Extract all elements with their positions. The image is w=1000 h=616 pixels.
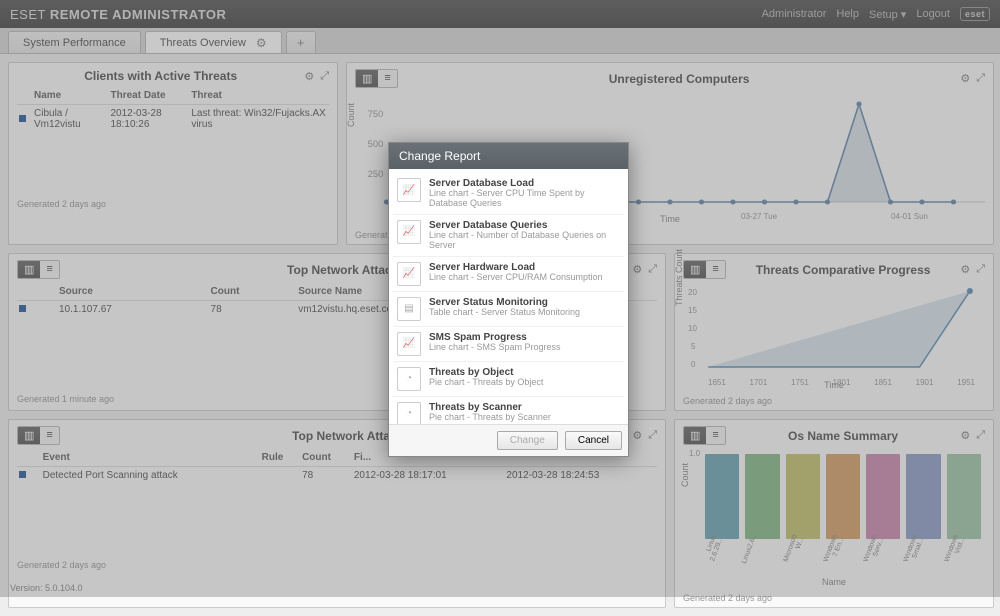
cancel-button[interactable]: Cancel — [565, 431, 622, 450]
pie-chart-icon: ◔ — [397, 367, 421, 391]
modal-title: Change Report — [389, 143, 628, 169]
table-chart-icon: ▤ — [397, 297, 421, 321]
report-option[interactable]: ◔Threats by ScannerPie chart - Threats b… — [393, 397, 624, 424]
change-button[interactable]: Change — [497, 431, 558, 450]
report-option[interactable]: ▤Server Status MonitoringTable chart - S… — [393, 292, 624, 327]
line-chart-icon: 📈 — [397, 178, 421, 202]
pie-chart-icon: ◔ — [397, 402, 421, 424]
report-option[interactable]: 📈Server Hardware LoadLine chart - Server… — [393, 257, 624, 292]
report-option[interactable]: ◔Threats by ObjectPie chart - Threats by… — [393, 362, 624, 397]
change-report-modal: Change Report 📈Server Database LoadLine … — [388, 142, 629, 457]
report-option[interactable]: 📈Server Database QueriesLine chart - Num… — [393, 215, 624, 257]
line-chart-icon: 📈 — [397, 262, 421, 286]
line-chart-icon: 📈 — [397, 332, 421, 356]
modal-report-list[interactable]: 📈Server Database LoadLine chart - Server… — [389, 169, 628, 424]
line-chart-icon: 📈 — [397, 220, 421, 244]
report-option[interactable]: 📈Server Database LoadLine chart - Server… — [393, 173, 624, 215]
report-option[interactable]: 📈SMS Spam ProgressLine chart - SMS Spam … — [393, 327, 624, 362]
